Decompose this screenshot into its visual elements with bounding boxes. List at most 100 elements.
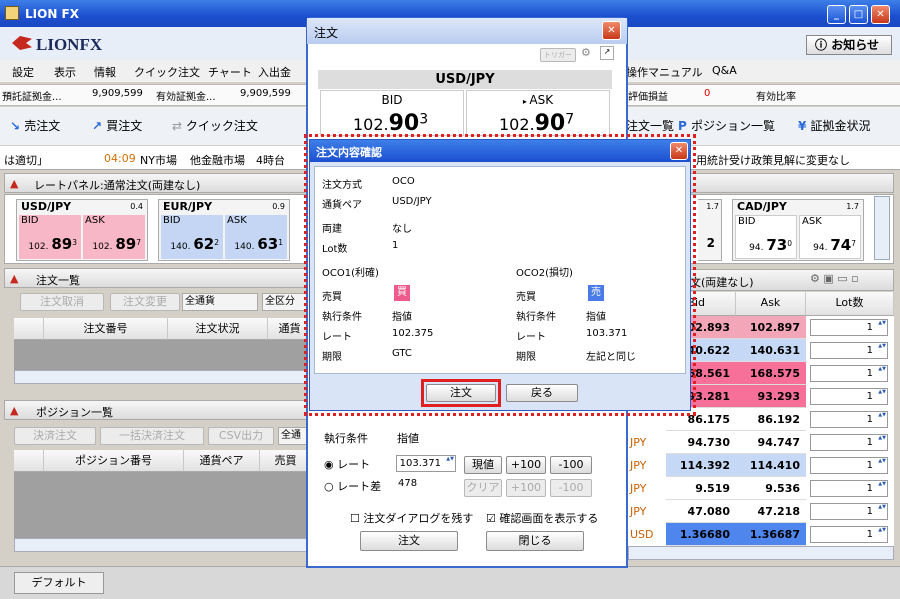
minus-100-disabled-button[interactable]: -100 <box>550 479 592 497</box>
notice-button[interactable]: ⓘ お知らせ <box>806 35 892 55</box>
rate-row-bid[interactable]: 94.730 <box>666 431 736 454</box>
ticker-right-text: 用統計受け政策見解に変更なし <box>696 154 850 167</box>
keep-dialog-checkbox[interactable]: ☐ 注文ダイアログを残す <box>350 510 473 526</box>
menu-item-manual[interactable]: 操作マニュアル <box>626 64 703 80</box>
order-pair-bar: USD/JPY <box>318 70 612 89</box>
order-bid-box[interactable]: BID 102.903 <box>320 90 464 136</box>
ask-box[interactable]: ASK 140. 631 <box>225 215 287 259</box>
bid-box[interactable]: BID 94. 730 <box>735 215 797 259</box>
rate-row-ask[interactable]: 168.575 <box>736 362 806 385</box>
rate-table-tools-icon[interactable]: ⚙ ▣ ▭ ▫ <box>810 272 859 285</box>
rate-row-lot-spinner[interactable]: 1 <box>810 365 888 382</box>
pair-card-eurjpy[interactable]: EUR/JPY 0.9 BID 140. 622 ASK 140. 631 <box>158 199 290 261</box>
change-order-button[interactable]: 注文変更 <box>110 293 180 311</box>
rate-row-lot-spinner[interactable]: 1 <box>810 434 888 451</box>
radio-checked-icon: ◉ <box>324 458 338 471</box>
buy-order-button[interactable]: ↗ 買注文 <box>92 117 142 134</box>
order-col-check[interactable] <box>14 318 44 340</box>
settings-gear-icon[interactable]: ⚙ <box>581 46 591 59</box>
rate-row-ask[interactable]: 86.192 <box>736 408 806 431</box>
rate-row-ask[interactable]: 114.410 <box>736 454 806 477</box>
minimize-icon[interactable]: _ <box>827 5 846 24</box>
pair-card-cadjpy[interactable]: CAD/JPY 1.7 BID 94. 730 ASK 94. 747 <box>732 199 864 261</box>
trigger-button[interactable]: トリガー <box>540 48 576 62</box>
rate-row-ask[interactable]: 1.36687 <box>736 523 806 546</box>
pair-card-usdjpy[interactable]: USD/JPY 0.4 BID 102. 893 ASK 102. 897 <box>16 199 148 261</box>
position-list-button[interactable]: P ポジション一覧 <box>678 117 775 134</box>
order-bid-price: 102.903 <box>353 111 428 136</box>
rate-row-bid[interactable]: 114.392 <box>666 454 736 477</box>
exec-condition-label: 執行条件 <box>324 432 368 445</box>
rate-radio[interactable]: ◉ レート <box>324 456 370 472</box>
order-submit-button[interactable]: 注文 <box>360 531 458 551</box>
rate-row-lot-spinner[interactable]: 1 <box>810 480 888 497</box>
confirm-close-icon[interactable]: ✕ <box>670 142 688 160</box>
plus-100-disabled-button[interactable]: +100 <box>506 479 546 497</box>
rate-spinner[interactable]: 103.371 <box>396 455 456 472</box>
rate-row-lot-spinner[interactable]: 1 <box>810 526 888 543</box>
order-list-hscroll[interactable] <box>14 370 312 384</box>
effective-margin-label: 有効証拠金... <box>156 92 216 103</box>
rate-row-lot-spinner[interactable]: 1 <box>810 503 888 520</box>
rate-row-bid[interactable]: 9.519 <box>666 477 736 500</box>
settle-order-button[interactable]: 決済注文 <box>14 427 96 445</box>
confirm-order-button[interactable]: 注文 <box>426 384 496 402</box>
clear-button[interactable]: クリア <box>464 479 502 497</box>
csv-export-button[interactable]: CSV出力 <box>208 427 274 445</box>
margin-status-button[interactable]: ¥ 証拠金状況 <box>798 117 871 134</box>
order-ask-box[interactable]: ▸ ASK 102.907 <box>466 90 610 136</box>
bulk-settle-button[interactable]: 一括決済注文 <box>100 427 204 445</box>
current-price-button[interactable]: 現値 <box>464 456 502 474</box>
quick-order-button[interactable]: ⇄ クイック注文 <box>172 117 258 134</box>
position-list-body <box>14 472 312 538</box>
order-window-close-icon[interactable]: ✕ <box>602 21 621 40</box>
rate-row-bid[interactable]: 47.080 <box>666 500 736 523</box>
popout-icon[interactable]: ↗ <box>600 46 614 60</box>
menu-item-view[interactable]: 表示 <box>54 64 76 80</box>
cancel-order-button[interactable]: 注文取消 <box>20 293 104 311</box>
rate-row-ask[interactable]: 9.536 <box>736 477 806 500</box>
minus-100-button[interactable]: -100 <box>550 456 592 474</box>
pair-card-partial[interactable]: 1.7 2 <box>698 199 722 261</box>
menu-item-settings[interactable]: 設定 <box>12 64 34 80</box>
rate-row-lot-spinner[interactable]: 1 <box>810 342 888 359</box>
rate-row-ask[interactable]: 94.747 <box>736 431 806 454</box>
rate-table-hscroll[interactable] <box>628 546 894 560</box>
menu-item-chart[interactable]: チャート <box>208 64 252 80</box>
ask-box[interactable]: ASK 94. 747 <box>799 215 861 259</box>
rate-row-ask[interactable]: 93.293 <box>736 385 806 408</box>
tab-default[interactable]: デフォルト <box>14 572 104 594</box>
order-close-button[interactable]: 閉じる <box>486 531 584 551</box>
menu-item-quick-order[interactable]: クイック注文 <box>134 64 200 80</box>
bid-box[interactable]: BID 140. 622 <box>161 215 223 259</box>
rate-row-ask[interactable]: 47.218 <box>736 500 806 523</box>
ask-box[interactable]: ASK 102. 897 <box>83 215 145 259</box>
position-list-hscroll[interactable] <box>14 538 312 552</box>
rate-row-lot-spinner[interactable]: 1 <box>810 411 888 428</box>
menu-item-deposit[interactable]: 入出金 <box>258 64 291 80</box>
pair-name: EUR/JPY <box>163 200 213 213</box>
menu-item-info[interactable]: 情報 <box>94 64 116 80</box>
rate-row-lot-spinner[interactable]: 1 <box>810 319 888 336</box>
order-list-body <box>14 340 312 370</box>
rate-row-bid[interactable]: 1.36680 <box>666 523 736 546</box>
plus-100-button[interactable]: +100 <box>506 456 546 474</box>
rate-row-ask[interactable]: 102.897 <box>736 316 806 339</box>
rate-diff-radio[interactable]: ○ レート差 <box>324 478 381 494</box>
checkbox-checked-icon: ☑ <box>486 512 500 525</box>
close-icon[interactable]: ✕ <box>871 5 890 24</box>
show-confirm-checkbox[interactable]: ☑ 確認画面を表示する <box>486 510 598 526</box>
quick-arrow-icon: ⇄ <box>172 119 186 133</box>
bid-box[interactable]: BID 102. 893 <box>19 215 81 259</box>
confirm-back-button[interactable]: 戻る <box>506 384 578 402</box>
position-col-check[interactable] <box>14 450 44 472</box>
rate-row-lot-spinner[interactable]: 1 <box>810 388 888 405</box>
rate-panel-scrollbar[interactable] <box>874 196 890 260</box>
menu-item-qa[interactable]: Q&A <box>712 64 737 77</box>
currency-filter[interactable]: 全通貨 <box>182 293 258 311</box>
maximize-icon[interactable]: □ <box>849 5 868 24</box>
sell-order-button[interactable]: ↘ 売注文 <box>10 117 60 134</box>
rate-row-lot-spinner[interactable]: 1 <box>810 457 888 474</box>
order-list-button[interactable]: 注文一覧 <box>626 117 674 134</box>
rate-row-ask[interactable]: 140.631 <box>736 339 806 362</box>
